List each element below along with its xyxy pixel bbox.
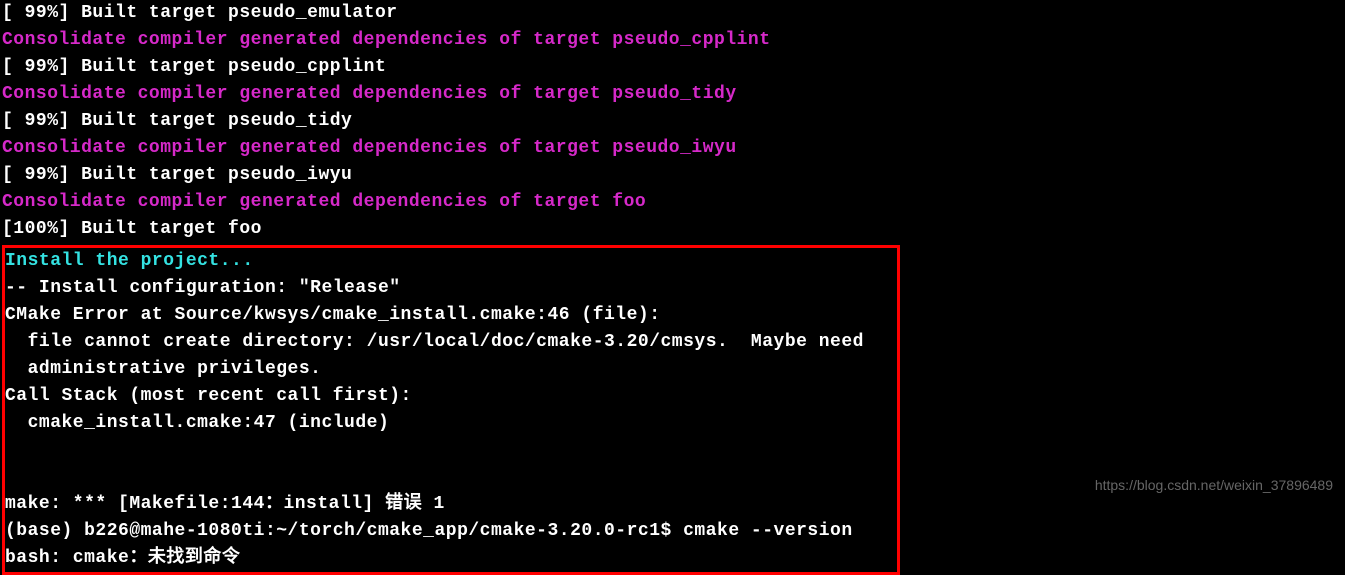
call-stack-header: Call Stack (most recent call first):	[5, 383, 897, 410]
build-line: [ 99%] Built target pseudo_emulator	[2, 0, 1343, 27]
build-line: [ 99%] Built target pseudo_iwyu	[2, 162, 1343, 189]
blank-line	[5, 437, 897, 464]
build-line: Consolidate compiler generated dependenc…	[2, 27, 1343, 54]
watermark: https://blog.csdn.net/weixin_37896489	[1095, 475, 1333, 496]
cmake-error-detail: file cannot create directory: /usr/local…	[5, 329, 897, 356]
build-line: [100%] Built target foo	[2, 216, 1343, 243]
build-line: Consolidate compiler generated dependenc…	[2, 189, 1343, 216]
cmake-error: CMake Error at Source/kwsys/cmake_instal…	[5, 302, 897, 329]
bash-error: bash: cmake：未找到命令	[5, 545, 897, 572]
error-highlight-box: Install the project... -- Install config…	[2, 245, 900, 575]
prompt-line: (base) b226@mahe-1080ti:~/torch/cmake_ap…	[5, 518, 897, 545]
call-stack-entry: cmake_install.cmake:47 (include)	[5, 410, 897, 437]
build-line: Consolidate compiler generated dependenc…	[2, 81, 1343, 108]
install-header: Install the project...	[5, 248, 897, 275]
blank-line	[5, 464, 897, 491]
build-line: Consolidate compiler generated dependenc…	[2, 135, 1343, 162]
build-output-section: [ 99%] Built target pseudo_emulator Cons…	[2, 0, 1343, 243]
install-config: -- Install configuration: "Release"	[5, 275, 897, 302]
build-line: [ 99%] Built target pseudo_cpplint	[2, 54, 1343, 81]
cmake-error-detail: administrative privileges.	[5, 356, 897, 383]
build-line: [ 99%] Built target pseudo_tidy	[2, 108, 1343, 135]
